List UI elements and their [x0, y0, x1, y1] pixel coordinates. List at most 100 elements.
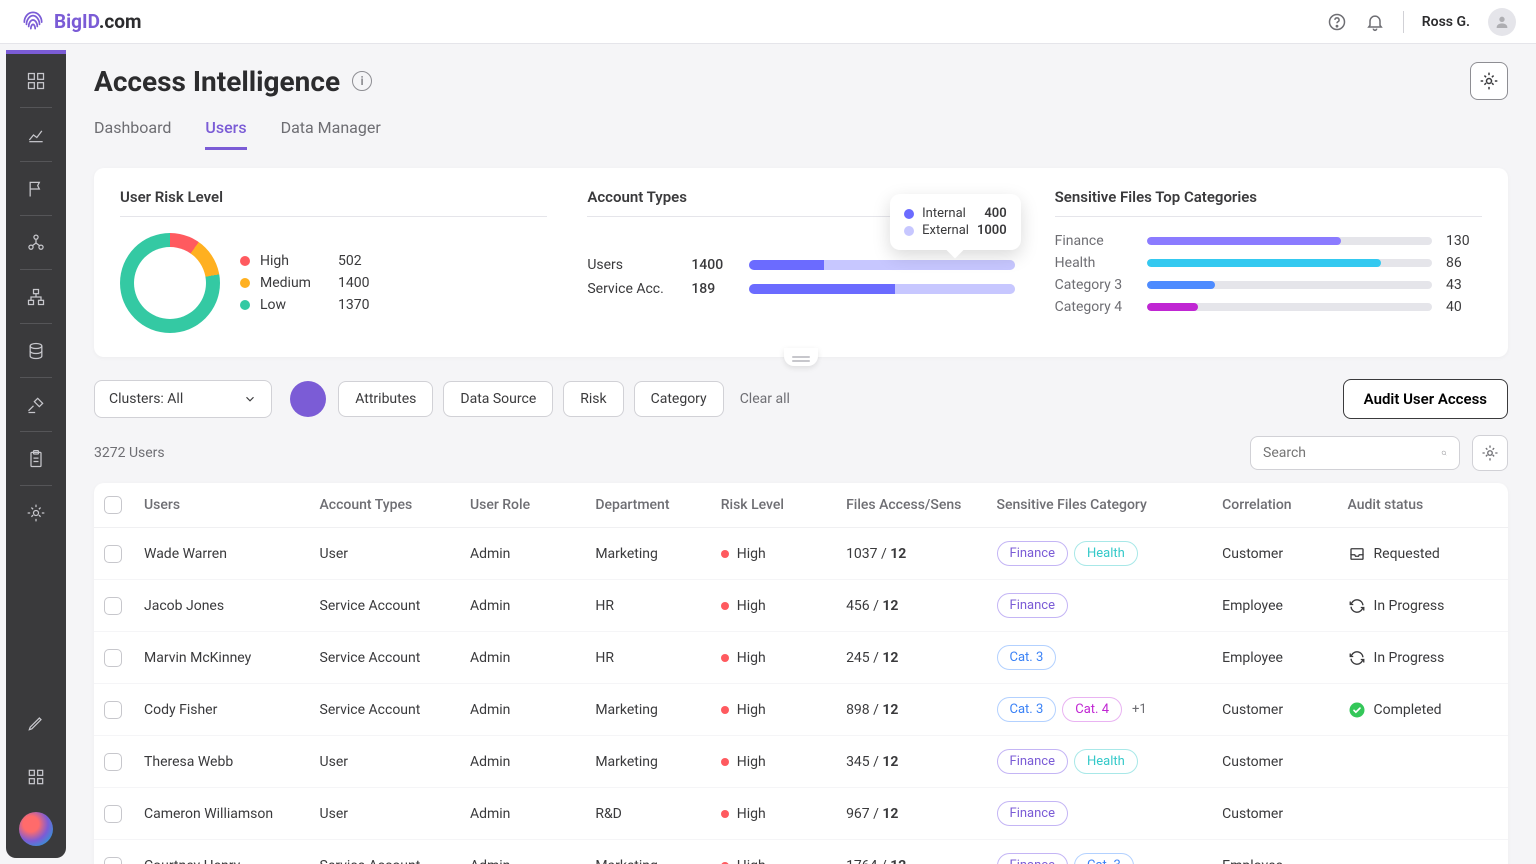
column-header[interactable]: Users: [144, 497, 320, 513]
account-bar: [749, 260, 1014, 270]
cell-audit: In Progress: [1348, 649, 1498, 667]
cell-files: 898 / 12: [846, 702, 996, 718]
filter-risk-button[interactable]: Risk: [563, 381, 623, 417]
risk-level-card: User Risk Level High502Medium1400Low1370: [120, 188, 547, 333]
cell-audit: Completed: [1348, 701, 1498, 719]
table-settings-button[interactable]: [1472, 435, 1508, 471]
tab-data-manager[interactable]: Data Manager: [281, 118, 381, 150]
select-all-checkbox[interactable]: [104, 496, 122, 514]
filter-data-source-button[interactable]: Data Source: [443, 381, 553, 417]
nav-analytics-icon[interactable]: [6, 108, 66, 162]
row-checkbox[interactable]: [104, 857, 122, 864]
clear-all-link[interactable]: Clear all: [740, 391, 790, 407]
column-header[interactable]: Risk Level: [721, 497, 846, 513]
nav-edit-icon[interactable]: [6, 696, 66, 750]
category-tag[interactable]: Cat. 3: [1074, 853, 1134, 864]
filter-attributes-button[interactable]: Attributes: [338, 381, 433, 417]
page-settings-button[interactable]: [1470, 62, 1508, 100]
category-tag[interactable]: Finance: [997, 541, 1068, 566]
cell-tags: Finance: [997, 801, 1223, 826]
cell-audit: In Progress: [1348, 597, 1498, 615]
row-checkbox[interactable]: [104, 649, 122, 667]
info-icon[interactable]: i: [352, 71, 372, 91]
risk-donut-chart: [120, 233, 220, 333]
cell-account-type: User: [320, 754, 470, 770]
column-header[interactable]: Account Types: [320, 497, 470, 513]
cell-risk: High: [721, 754, 846, 770]
table-row[interactable]: Cody Fisher Service Account Admin Market…: [94, 684, 1508, 736]
table-row[interactable]: Wade Warren User Admin Marketing High 10…: [94, 528, 1508, 580]
orb-icon[interactable]: [19, 812, 53, 846]
nav-flag-icon[interactable]: [6, 162, 66, 216]
category-tag[interactable]: Finance: [997, 801, 1068, 826]
more-tags[interactable]: +1: [1132, 702, 1147, 717]
category-tag[interactable]: Health: [1074, 749, 1138, 774]
legend-dot: [240, 300, 250, 310]
account-row-value: 189: [691, 281, 735, 297]
row-checkbox[interactable]: [104, 753, 122, 771]
avatar[interactable]: [1488, 8, 1516, 36]
legend-value: 502: [338, 253, 362, 269]
row-checkbox[interactable]: [104, 545, 122, 563]
table-row[interactable]: Jacob Jones Service Account Admin HR Hig…: [94, 580, 1508, 632]
main-content: Access Intelligence i DashboardUsersData…: [66, 44, 1536, 864]
column-header[interactable]: Correlation: [1222, 497, 1347, 513]
cell-user-role: Admin: [470, 702, 595, 718]
row-checkbox[interactable]: [104, 597, 122, 615]
category-tag[interactable]: Cat. 3: [997, 697, 1057, 722]
cluster-select[interactable]: Clusters: All: [94, 380, 272, 418]
search-input[interactable]: [1263, 445, 1441, 461]
column-header[interactable]: Files Access/Sens: [846, 497, 996, 513]
column-header[interactable]: Audit status: [1348, 497, 1498, 513]
table-row[interactable]: Theresa Webb User Admin Marketing High 3…: [94, 736, 1508, 788]
cell-correlation: Employee: [1222, 858, 1347, 864]
cell-department: Marketing: [595, 702, 720, 718]
row-checkbox[interactable]: [104, 701, 122, 719]
table-row[interactable]: Courtney Henry Service Account Admin Mar…: [94, 840, 1508, 864]
cell-risk: High: [721, 650, 846, 666]
cell-department: HR: [595, 598, 720, 614]
category-tag[interactable]: Cat. 4: [1062, 697, 1122, 722]
legend-label: Low: [260, 297, 328, 313]
risk-dot-icon: [721, 810, 729, 818]
column-header[interactable]: Sensitive Files Category: [997, 497, 1223, 513]
logo[interactable]: BigID.com: [20, 7, 141, 37]
category-tag[interactable]: Cat. 3: [997, 645, 1057, 670]
table-header: UsersAccount TypesUser RoleDepartmentRis…: [94, 483, 1508, 528]
bell-icon[interactable]: [1365, 12, 1385, 32]
category-tag[interactable]: Finance: [997, 749, 1068, 774]
nav-cluster-icon[interactable]: [6, 216, 66, 270]
nav-clipboard-icon[interactable]: [6, 432, 66, 486]
cell-account-type: Service Account: [320, 858, 470, 864]
nav-dashboard-icon[interactable]: [6, 54, 66, 108]
category-tag[interactable]: Finance: [997, 853, 1068, 864]
nav-apps-icon[interactable]: [6, 750, 66, 804]
cell-department: Marketing: [595, 546, 720, 562]
tab-users[interactable]: Users: [205, 118, 246, 150]
cell-tags: FinanceHealth: [997, 541, 1223, 566]
nav-gavel-icon[interactable]: [6, 378, 66, 432]
panel-resize-handle[interactable]: [784, 348, 818, 366]
cell-department: Marketing: [595, 858, 720, 864]
nav-database-icon[interactable]: [6, 324, 66, 378]
table-row[interactable]: Cameron Williamson User Admin R&D High 9…: [94, 788, 1508, 840]
table-row[interactable]: Marvin McKinney Service Account Admin HR…: [94, 632, 1508, 684]
audit-user-access-button[interactable]: Audit User Access: [1343, 379, 1508, 419]
cell-user: Marvin McKinney: [144, 650, 320, 666]
row-checkbox[interactable]: [104, 805, 122, 823]
tab-dashboard[interactable]: Dashboard: [94, 118, 171, 150]
cell-tags: Finance: [997, 593, 1223, 618]
filter-toggle-button[interactable]: [290, 381, 326, 417]
categories-title: Sensitive Files Top Categories: [1055, 188, 1482, 217]
nav-gear-icon[interactable]: [6, 486, 66, 540]
category-tag[interactable]: Health: [1074, 541, 1138, 566]
cell-risk: High: [721, 806, 846, 822]
help-icon[interactable]: [1327, 12, 1347, 32]
search-icon: [1441, 444, 1447, 462]
nav-hierarchy-icon[interactable]: [6, 270, 66, 324]
column-header[interactable]: User Role: [470, 497, 595, 513]
category-tag[interactable]: Finance: [997, 593, 1068, 618]
filter-category-button[interactable]: Category: [634, 381, 724, 417]
column-header[interactable]: Department: [595, 497, 720, 513]
user-name[interactable]: Ross G.: [1422, 14, 1470, 30]
